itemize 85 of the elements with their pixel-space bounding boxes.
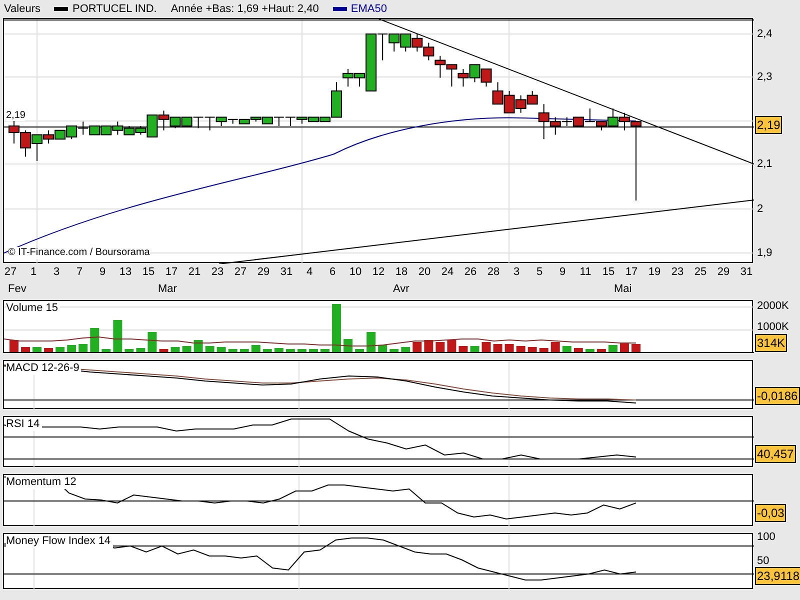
candlestick — [112, 121, 124, 136]
last-value-label: 2,19 — [755, 116, 782, 134]
candlestick — [54, 130, 66, 140]
date-tick-label: 31 — [739, 265, 754, 280]
candlestick — [100, 125, 112, 136]
axis-tick-label: 2 — [757, 203, 764, 215]
date-tick-label: 3 — [52, 265, 61, 280]
last-value-label: -0,03 — [755, 504, 786, 522]
date-tick-label: 12 — [371, 265, 386, 280]
axis-tick-label: 100 — [757, 531, 776, 543]
date-tick-label: 19 — [647, 265, 662, 280]
date-tick-label: 26 — [463, 265, 478, 280]
date-tick-label: 23 — [210, 265, 225, 280]
candlestick — [78, 121, 89, 136]
last-value-label: 314K — [755, 334, 788, 352]
axis-tick-label: 1,9 — [757, 247, 772, 259]
legend-series-label: PORTUCEL IND. — [72, 2, 157, 17]
candlestick — [124, 125, 135, 136]
last-value-label: -0,0186 — [755, 387, 800, 405]
month-label: Mai — [614, 282, 632, 296]
date-tick-label: 29 — [716, 265, 731, 280]
axis-tick-label: 1000K — [757, 321, 789, 333]
candlestick — [181, 116, 192, 126]
candlestick — [66, 125, 78, 140]
date-tick-label: 15 — [141, 265, 156, 280]
date-tick-label: 1 — [29, 265, 38, 280]
candlestick — [20, 130, 32, 158]
last-value-label: 40,457 — [755, 445, 796, 463]
date-tick-label: 9 — [558, 265, 567, 280]
candlestick — [480, 68, 492, 88]
axis-tick-label: 2000K — [757, 300, 789, 312]
month-label: Avr — [393, 282, 410, 296]
date-tick-label: 27 — [3, 265, 18, 280]
candlestick — [423, 42, 434, 61]
date-tick-label: 13 — [118, 265, 133, 280]
date-tick-label: 17 — [624, 265, 639, 280]
price-marker-label: 2,19 — [6, 111, 26, 121]
date-tick-label: 24 — [440, 265, 455, 280]
legend-label: Année +Bas: 1,69 +Haut: 2,40 — [170, 2, 319, 17]
date-tick-label: 9 — [98, 265, 107, 280]
panel-title: Money Flow Index 14 — [6, 535, 113, 548]
date-tick-label: 29 — [256, 265, 271, 280]
date-tick-label: 21 — [187, 265, 202, 280]
candlestick — [504, 90, 515, 114]
candlestick — [492, 82, 504, 105]
axis-tick-label: 2,4 — [757, 28, 772, 40]
date-tick-label: 18 — [394, 265, 409, 280]
date-tick-label: 6 — [328, 265, 337, 280]
candlestick — [446, 64, 458, 88]
axis-tick-label: 2,3 — [757, 71, 772, 83]
axis-tick-label: 50 — [757, 555, 770, 567]
candlestick — [284, 116, 296, 126]
last-value-label: 23,9118 — [755, 567, 800, 585]
date-tick-label: 5 — [535, 265, 544, 280]
legend-label: Valeurs — [4, 2, 40, 17]
date-tick-label: 25 — [693, 265, 708, 280]
date-tick-label: 23 — [670, 265, 685, 280]
date-tick-label: 10 — [348, 265, 363, 280]
candlestick — [434, 55, 446, 78]
candlestick — [469, 64, 480, 83]
date-tick-label: 3 — [512, 265, 521, 280]
date-tick-label: 15 — [601, 265, 616, 280]
candlestick — [400, 34, 412, 52]
date-tick-label: 4 — [305, 265, 314, 280]
panel-title: MACD 12-26-9 — [6, 362, 82, 375]
axis-tick-label: 2,1 — [757, 158, 772, 170]
date-tick-label: 28 — [486, 265, 501, 280]
month-label: Fev — [8, 282, 26, 296]
candlestick — [89, 125, 100, 136]
date-tick-label: 7 — [75, 265, 84, 280]
candlestick — [192, 116, 204, 129]
legend-series-label: EMA50 — [350, 2, 387, 17]
date-tick-label: 20 — [417, 265, 432, 280]
candlestick — [412, 34, 423, 52]
date-tick-label: 17 — [164, 265, 179, 280]
candlestick — [515, 94, 526, 114]
candlestick — [458, 68, 469, 88]
panel-title: RSI 14 — [6, 418, 42, 431]
panel-title: Momentum 12 — [6, 476, 78, 489]
date-tick-label: 31 — [279, 265, 294, 280]
copyright-credit: © IT-Finance.com / Boursorama — [8, 247, 150, 259]
month-label: Mar — [158, 282, 177, 296]
candlestick — [273, 116, 284, 126]
date-tick-label: 11 — [578, 265, 592, 280]
date-tick-label: 27 — [233, 265, 248, 280]
